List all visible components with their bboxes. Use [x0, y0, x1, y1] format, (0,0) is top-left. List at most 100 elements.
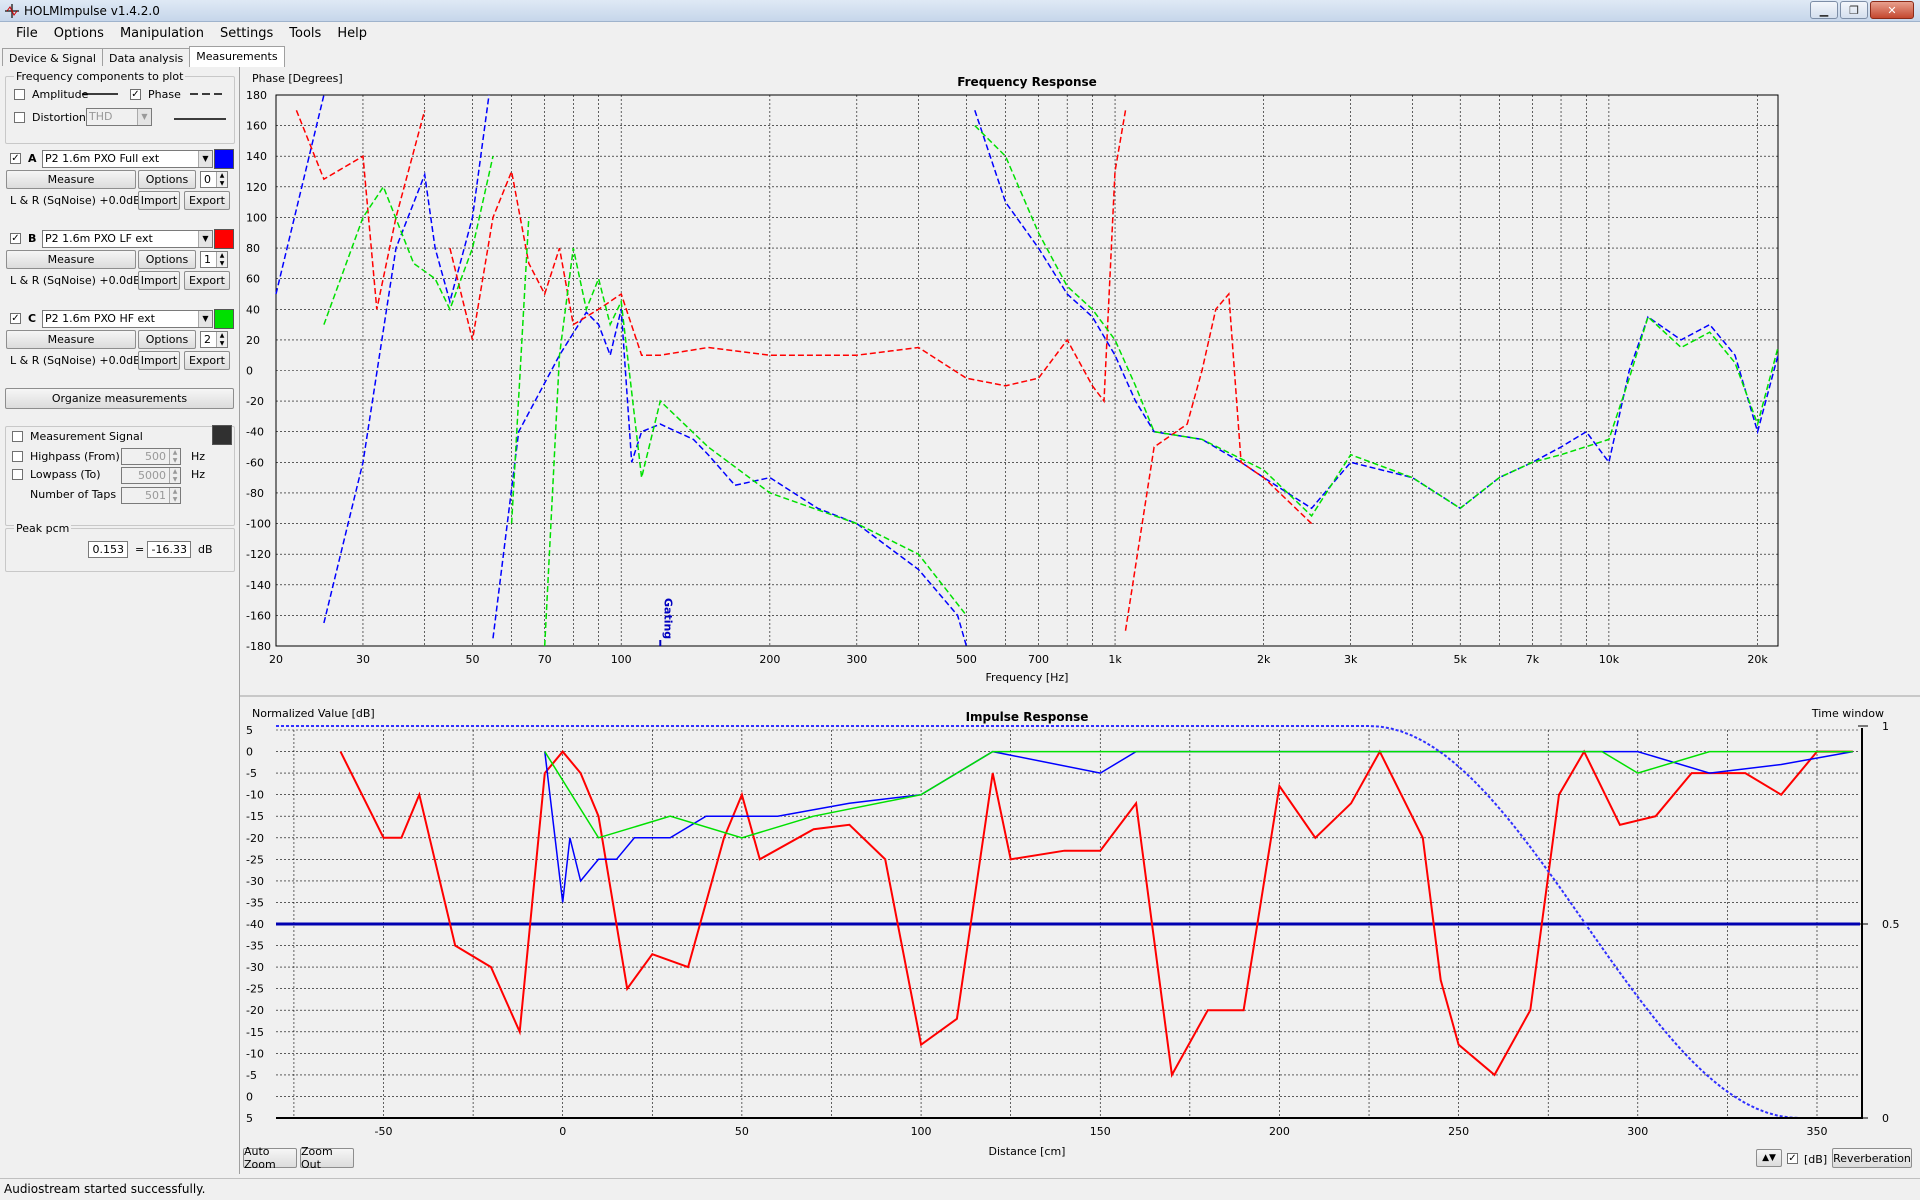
highpass-spinner[interactable]: 500 ▲ ▼ [121, 448, 181, 465]
charts-canvas[interactable]: Phase [Degrees] Frequency Response Frequ… [240, 66, 1920, 1174]
highpass-checkbox[interactable] [12, 451, 23, 462]
menu-tools[interactable]: Tools [281, 26, 329, 41]
measurement-c-info: L & R (SqNoise) +0.0dB [10, 354, 141, 367]
gating-marker-label[interactable]: Gating [661, 598, 674, 639]
reverberation-button[interactable]: Reverberation [1832, 1148, 1912, 1168]
lowpass-checkbox[interactable] [12, 469, 23, 480]
peak-db-field: -16.33 [147, 541, 191, 558]
menu-help[interactable]: Help [329, 26, 375, 41]
lowpass-spinner[interactable]: 5000 ▲ ▼ [121, 467, 181, 484]
measurement-b-color-swatch[interactable] [214, 229, 234, 249]
phase-checkbox[interactable]: ✓ [130, 89, 141, 100]
imp-y2-tick-label: 1 [1882, 720, 1889, 733]
distortion-line-style [174, 118, 226, 120]
amplitude-checkbox[interactable] [14, 89, 25, 100]
frequency-components-group: Frequency components to plot Amplitude ✓… [5, 70, 235, 144]
tab-strip: Device & Signal Data analysis Measuremen… [2, 46, 285, 67]
minimize-button[interactable]: ▁ [1810, 1, 1838, 19]
measure-c-button[interactable]: Measure [6, 330, 136, 349]
menu-bar: File Options Manipulation Settings Tools… [0, 22, 1920, 44]
export-a-button[interactable]: Export [184, 191, 230, 210]
freq-x-tick-label: 300 [846, 653, 867, 666]
measurement-b-select[interactable]: P2 1.6m PXO LF ext ▼ [42, 230, 213, 248]
imp-y-tick-label: -35 [246, 940, 264, 953]
freq-x-tick-label: 100 [611, 653, 632, 666]
measurement-c-color-swatch[interactable] [214, 309, 234, 329]
window-title: HOLMImpulse v1.4.2.0 [24, 4, 160, 18]
measure-a-button[interactable]: Measure [6, 170, 136, 189]
freq-y-tick-label: -20 [246, 395, 264, 408]
export-c-button[interactable]: Export [184, 351, 230, 370]
signal-color-swatch[interactable] [212, 425, 232, 445]
distortion-type-select[interactable]: THD ▼ [86, 108, 152, 126]
distortion-checkbox[interactable] [14, 112, 25, 123]
close-button[interactable]: ✕ [1870, 1, 1914, 19]
freq-x-tick-label: 3k [1344, 653, 1358, 666]
measurement-a-info: L & R (SqNoise) +0.0dB [10, 194, 141, 207]
tab-device-signal[interactable]: Device & Signal [2, 48, 103, 67]
imp-x-ticks: -50 0 50 100 150 200 250 300 350 [375, 1125, 1828, 1138]
import-a-button[interactable]: Import [138, 191, 180, 210]
measure-b-button[interactable]: Measure [6, 250, 136, 269]
imp-y-tick-label: -40 [246, 918, 264, 931]
restore-button[interactable]: ❐ [1840, 1, 1868, 19]
options-c-button[interactable]: Options [138, 330, 196, 349]
freq-title: Frequency Response [957, 75, 1097, 89]
imp-y-tick-label: -30 [246, 875, 264, 888]
freq-x-tick-label: 50 [466, 653, 480, 666]
measurement-b-index-spinner[interactable]: 1 ▲ ▼ [200, 251, 228, 268]
import-c-button[interactable]: Import [138, 351, 180, 370]
options-a-button[interactable]: Options [138, 170, 196, 189]
distortion-type-value: THD [89, 110, 113, 123]
measurement-a-checkbox[interactable]: ✓ [10, 153, 21, 164]
measurement-b-checkbox[interactable]: ✓ [10, 233, 21, 244]
measurement-c-index-spinner[interactable]: 2 ▲ ▼ [200, 331, 228, 348]
tab-measurements[interactable]: Measurements [189, 46, 285, 67]
imp-y-tick-label: -15 [246, 810, 264, 823]
imp-y-tick-label: -10 [246, 1047, 264, 1060]
freq-y-tick-label: 20 [246, 334, 260, 347]
spinner-arrows-icon[interactable]: ▲ ▼ [216, 332, 227, 347]
measurement-a-color-swatch[interactable] [214, 149, 234, 169]
amplitude-line-style [82, 93, 118, 95]
measurement-a-select[interactable]: P2 1.6m PXO Full ext ▼ [42, 150, 213, 168]
freq-y-tick-label: 160 [246, 120, 267, 133]
menu-options[interactable]: Options [46, 26, 112, 41]
organize-measurements-button[interactable]: Organize measurements [5, 388, 234, 409]
lowpass-value: 5000 [138, 469, 166, 482]
measurement-signal-checkbox[interactable] [12, 431, 23, 442]
spinner-arrows-icon[interactable]: ▲ ▼ [216, 172, 227, 187]
spinner-arrows-icon[interactable]: ▲ ▼ [216, 252, 227, 267]
tab-data-analysis[interactable]: Data analysis [101, 48, 191, 67]
zoom-out-button[interactable]: Zoom Out [300, 1145, 354, 1171]
freq-y-tick-label: 80 [246, 242, 260, 255]
options-b-button[interactable]: Options [138, 250, 196, 269]
phase-line-style [190, 93, 226, 95]
measurement-a-letter: A [28, 152, 37, 165]
imp-y-tick-label: -30 [246, 961, 264, 974]
spinner-arrows-icon[interactable]: ▲ ▼ [169, 449, 180, 464]
imp-x-tick-label: 0 [559, 1125, 566, 1138]
chevron-down-icon: ▼ [198, 311, 212, 327]
measurement-c-checkbox[interactable]: ✓ [10, 313, 21, 324]
imp-x-tick-label: 350 [1806, 1125, 1827, 1138]
peak-equals: = [135, 543, 145, 556]
imp-x-tick-label: 250 [1448, 1125, 1469, 1138]
highpass-unit: Hz [191, 450, 206, 463]
export-b-button[interactable]: Export [184, 271, 230, 290]
taps-spinner[interactable]: 501 ▲ ▼ [121, 487, 181, 504]
sort-arrows-button[interactable]: ▲▼ [1756, 1149, 1782, 1167]
menu-manipulation[interactable]: Manipulation [112, 26, 212, 41]
import-b-button[interactable]: Import [138, 271, 180, 290]
measurement-c-select[interactable]: P2 1.6m PXO HF ext ▼ [42, 310, 213, 328]
imp-y-tick-label: -5 [246, 767, 257, 780]
auto-zoom-button[interactable]: Auto Zoom [243, 1145, 297, 1171]
spinner-arrows-icon[interactable]: ▲ ▼ [169, 468, 180, 483]
measurement-b-name: P2 1.6m PXO LF ext [45, 232, 153, 245]
imp-y-ticks: 5 0 -5 -10 -15 -20 -25 -30 -35 -40 -35 -30 -25 -20 -15… [246, 724, 264, 1125]
menu-file[interactable]: File [8, 26, 46, 41]
measurement-a-index-spinner[interactable]: 0 ▲ ▼ [200, 171, 228, 188]
spinner-arrows-icon[interactable]: ▲ ▼ [169, 488, 180, 503]
db-checkbox[interactable]: ✓ [1787, 1153, 1798, 1164]
menu-settings[interactable]: Settings [212, 26, 281, 41]
